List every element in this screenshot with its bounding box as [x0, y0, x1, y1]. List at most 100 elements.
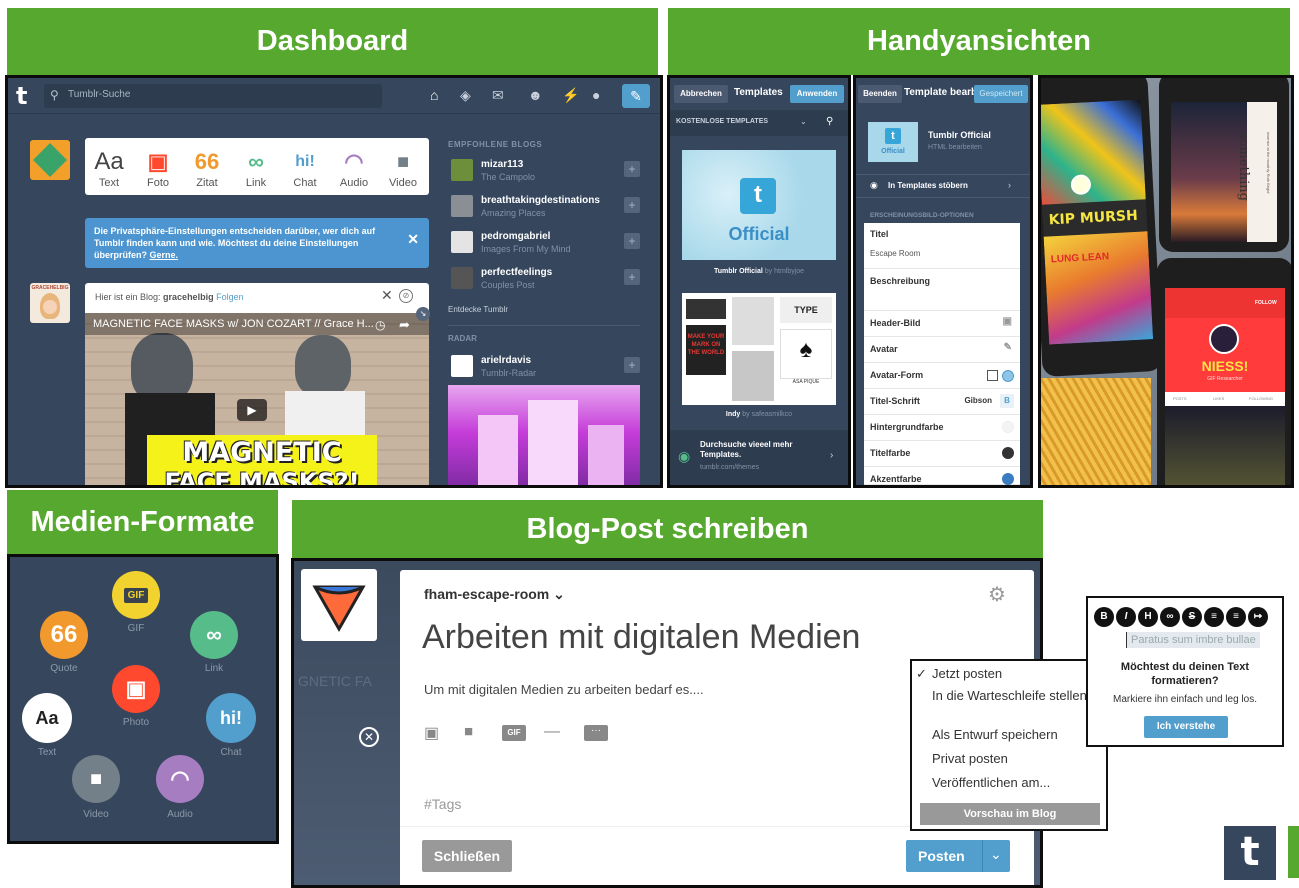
- color-swatch[interactable]: [1002, 447, 1014, 459]
- follow-plus-icon[interactable]: +: [624, 197, 640, 213]
- post-type-quote[interactable]: 66 Zitat: [183, 147, 231, 189]
- recommended-blog[interactable]: breathtakingdestinations Amazing Places …: [451, 195, 641, 225]
- mail-icon[interactable]: ✉: [492, 87, 504, 104]
- menu-item-queue[interactable]: In die Warteschleife stellen: [912, 688, 1106, 704]
- media-text[interactable]: Aa: [22, 693, 72, 743]
- font-value[interactable]: Gibson: [964, 396, 992, 405]
- insert-photo-icon[interactable]: ▣: [424, 723, 439, 743]
- saved-button[interactable]: Gespeichert: [974, 85, 1028, 103]
- post-blog-name[interactable]: gracehelbig: [163, 292, 214, 302]
- radar-blog[interactable]: arielrdavis Tumblr-Radar +: [451, 355, 641, 385]
- gear-icon[interactable]: ⚙: [988, 582, 1006, 607]
- post-title[interactable]: Arbeiten mit digitalen Medien: [422, 618, 860, 657]
- account-icon[interactable]: ●: [592, 87, 600, 103]
- avatar[interactable]: [30, 140, 70, 180]
- link-button[interactable]: ∞: [1160, 607, 1180, 627]
- bullet-list-button[interactable]: ≡: [1226, 607, 1246, 627]
- done-button[interactable]: Beenden: [858, 85, 902, 103]
- option-header-image[interactable]: Header-Bild ▣: [864, 311, 1020, 337]
- close-icon[interactable]: ✕: [407, 232, 419, 246]
- post-type-link[interactable]: ∞ Link: [232, 147, 280, 189]
- numbered-list-button[interactable]: ≡: [1204, 607, 1224, 627]
- messaging-icon[interactable]: ☻: [528, 87, 543, 103]
- color-swatch[interactable]: [1002, 421, 1014, 433]
- dismiss-icon[interactable]: ✕: [381, 287, 393, 304]
- search-input[interactable]: ⚲ Tumblr-Suche: [44, 84, 382, 108]
- chevron-down-icon[interactable]: ⌄: [990, 846, 1002, 863]
- blog-selector[interactable]: fham-escape-room ⌄: [424, 586, 565, 603]
- italic-button[interactable]: I: [1116, 607, 1136, 627]
- insert-gif-icon[interactable]: GIF: [502, 725, 526, 741]
- media-audio[interactable]: ◠: [156, 755, 204, 803]
- preview-button[interactable]: Vorschau im Blog: [920, 803, 1100, 825]
- description-field[interactable]: Beschreibung: [864, 269, 1020, 311]
- media-video[interactable]: ■: [72, 755, 120, 803]
- recommended-blog[interactable]: mizar113 The Campolo +: [451, 159, 641, 189]
- media-quote[interactable]: 66: [40, 611, 88, 659]
- menu-item-post-now[interactable]: ✓ Jetzt posten: [912, 666, 1106, 681]
- follow-plus-icon[interactable]: +: [624, 161, 640, 177]
- activity-icon[interactable]: ⚡: [562, 87, 579, 104]
- search-icon[interactable]: ⚲: [826, 116, 833, 127]
- post-type-chat[interactable]: hi! Chat: [281, 147, 329, 189]
- post-type-photo[interactable]: ▣ Foto: [134, 147, 182, 189]
- follow-link[interactable]: Folgen: [216, 292, 244, 302]
- close-button[interactable]: Schließen: [422, 840, 512, 872]
- post-button[interactable]: Posten ⌄: [906, 840, 1010, 872]
- pencil-icon[interactable]: ✎: [1004, 342, 1012, 353]
- play-icon[interactable]: ▶: [237, 399, 267, 421]
- strikethrough-button[interactable]: S: [1182, 607, 1202, 627]
- recommended-blog[interactable]: pedromgabriel Images From My Mind +: [451, 231, 641, 261]
- explore-icon[interactable]: ◈: [460, 87, 471, 104]
- media-chat[interactable]: hi!: [206, 693, 256, 743]
- tumblr-logo[interactable]: t: [16, 82, 27, 110]
- heading-button[interactable]: H: [1138, 607, 1158, 627]
- clock-icon[interactable]: ◷: [375, 318, 385, 332]
- edit-html-link[interactable]: HTML bearbeiten: [928, 144, 982, 151]
- insert-video-icon[interactable]: ■: [464, 723, 473, 740]
- post-body[interactable]: Um mit digitalen Medien zu arbeiten beda…: [424, 682, 704, 697]
- title-field[interactable]: Titel Escape Room: [864, 223, 1020, 269]
- read-more-button[interactable]: ↦: [1248, 607, 1268, 627]
- option-accent-color[interactable]: Akzentfarbe: [864, 467, 1020, 485]
- browse-templates[interactable]: ◉ In Templates stöbern ›: [856, 174, 1030, 198]
- menu-item-draft[interactable]: Als Entwurf speichern: [912, 727, 1106, 742]
- recommended-blog[interactable]: perfectfeelings Couples Post +: [451, 267, 641, 297]
- more-templates[interactable]: ◉ Durchsuche vieeel mehr Templates. tumb…: [670, 430, 848, 485]
- menu-item-schedule[interactable]: Veröffentlichen am...: [912, 775, 1106, 790]
- follow-plus-icon[interactable]: +: [624, 357, 640, 373]
- share-icon[interactable]: ➦: [399, 317, 410, 333]
- home-icon[interactable]: ⌂: [430, 87, 438, 103]
- post-type-audio[interactable]: ◠ Audio: [330, 147, 378, 189]
- square-shape-icon[interactable]: [987, 370, 998, 381]
- media-photo[interactable]: ▣: [112, 665, 160, 713]
- option-background-color[interactable]: Hintergrundfarbe: [864, 415, 1020, 441]
- circle-shape-icon[interactable]: [1002, 370, 1014, 382]
- post-type-video[interactable]: ■ Video: [379, 147, 427, 189]
- image-icon[interactable]: ▣: [1003, 316, 1012, 327]
- post-type-text[interactable]: Aa Text: [85, 147, 133, 189]
- option-avatar[interactable]: Avatar ✎: [864, 337, 1020, 363]
- menu-item-private[interactable]: Privat posten: [912, 751, 1106, 766]
- read-more-icon[interactable]: ···: [584, 725, 608, 741]
- tags-input[interactable]: #Tags: [424, 796, 461, 812]
- got-it-button[interactable]: Ich verstehe: [1144, 716, 1228, 738]
- explore-link[interactable]: Entdecke Tumblr: [448, 305, 508, 314]
- cancel-button[interactable]: Abbrechen: [674, 85, 728, 103]
- privacy-link[interactable]: Gerne.: [150, 250, 179, 260]
- bold-toggle[interactable]: B: [1000, 394, 1014, 408]
- option-title-font[interactable]: Titel-Schrift Gibson B: [864, 389, 1020, 415]
- close-icon[interactable]: ✕: [359, 727, 379, 747]
- blog-avatar[interactable]: GRACEHELBIG: [30, 283, 70, 323]
- apply-button[interactable]: Anwenden: [790, 85, 844, 103]
- video-thumbnail[interactable]: MAGNETIC FACE MASKS w/ JON COZART // Gra…: [85, 313, 429, 485]
- insert-divider-icon[interactable]: —: [544, 723, 560, 741]
- radar-image[interactable]: [448, 385, 640, 485]
- media-link[interactable]: ∞: [190, 611, 238, 659]
- template-filter[interactable]: KOSTENLOSE TEMPLATES ⌄ ⚲: [670, 110, 848, 136]
- follow-plus-icon[interactable]: +: [624, 233, 640, 249]
- template-card-official[interactable]: t Official: [682, 150, 836, 260]
- bold-button[interactable]: B: [1094, 607, 1114, 627]
- chevron-down-icon[interactable]: ⌄: [800, 117, 807, 126]
- expand-icon[interactable]: ↘: [416, 307, 430, 321]
